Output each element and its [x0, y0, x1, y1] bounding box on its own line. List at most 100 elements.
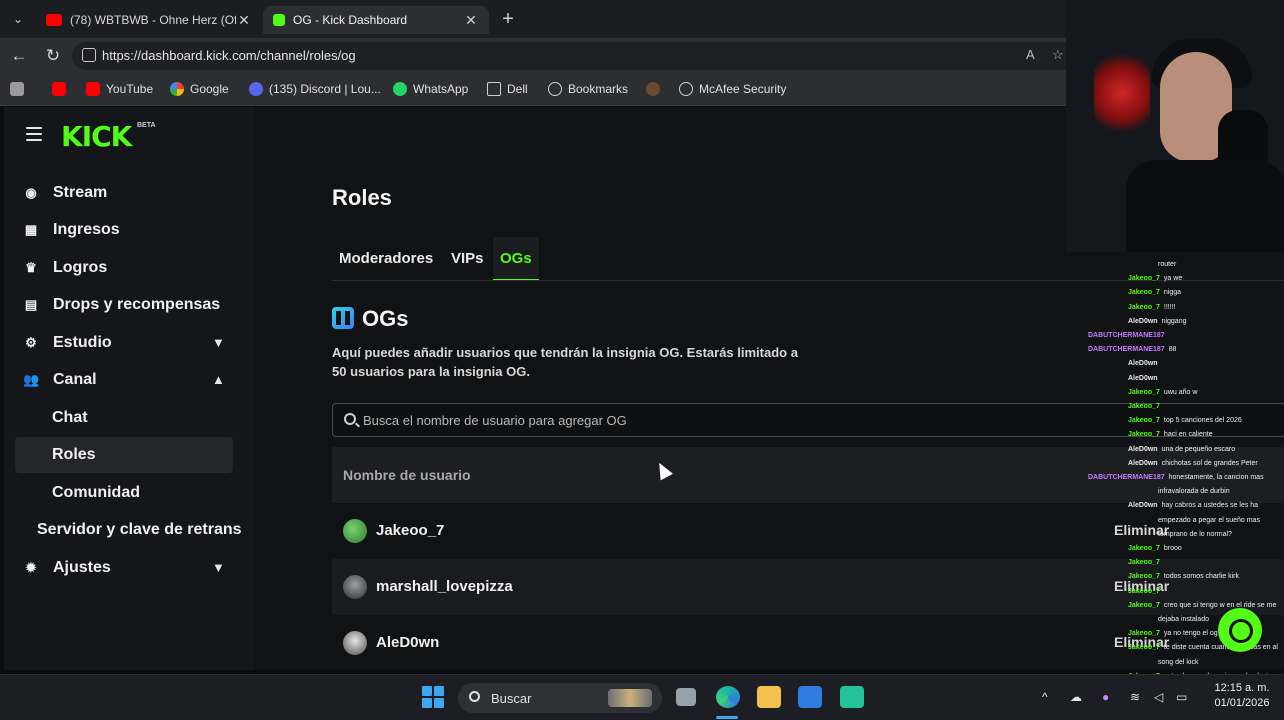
bookmark-extension[interactable] — [646, 82, 666, 96]
chat-text: hay cabros a ustedes se les ha — [1161, 502, 1259, 510]
chat-username[interactable]: Jakeoo_7 — [1128, 403, 1160, 410]
chat-username[interactable]: Jakeoo_7 — [1128, 573, 1160, 580]
bookmark-bookmarks[interactable]: Bookmarks — [548, 82, 628, 96]
broadcast-icon: ◉ — [25, 185, 37, 200]
store-icon[interactable] — [798, 686, 822, 708]
edge-icon[interactable] — [716, 686, 740, 708]
app-icon[interactable] — [840, 686, 864, 708]
hamburger-menu-icon[interactable] — [26, 127, 42, 141]
back-arrow-icon[interactable]: ← — [6, 44, 32, 68]
bookmark-dell[interactable]: Dell — [487, 82, 528, 96]
chat-text: una de pequeño escaro — [1161, 445, 1236, 453]
username[interactable]: marshall_lovepizza — [376, 578, 513, 595]
sidebar-subitem-chat[interactable]: Chat — [15, 400, 233, 436]
sidebar-toggle-icon[interactable] — [10, 82, 30, 96]
chat-username[interactable]: AleD0wn — [1128, 460, 1158, 467]
sidebar-subitem-comunidad[interactable]: Comunidad — [15, 475, 233, 511]
address-bar[interactable]: https://dashboard.kick.com/channel/roles… — [72, 42, 1082, 70]
volume-icon[interactable]: ◁ — [1154, 690, 1163, 704]
system-clock[interactable]: 12:15 a. m. 01/01/2026 — [1206, 681, 1278, 711]
tab-vips[interactable]: VIPs — [444, 237, 491, 281]
avatar — [343, 519, 367, 543]
tab-ogs[interactable]: OGs — [493, 237, 539, 281]
bookmark-mcafee[interactable]: McAfee Security — [679, 82, 786, 96]
chat-text: temprano de lo normal? — [1158, 530, 1232, 538]
chat-username[interactable]: DABUTCHERMANE187 — [1088, 474, 1165, 481]
trophy-icon: ♛ — [25, 260, 37, 275]
chat-username[interactable]: Jakeoo_7 — [1128, 559, 1160, 566]
chat-username[interactable]: Jakeoo_7 — [1128, 304, 1160, 311]
chat-message: Jakeoo_7 ya no tengo el og — [1128, 629, 1218, 638]
youtube-icon[interactable] — [52, 82, 72, 96]
file-explorer-icon[interactable] — [757, 686, 781, 708]
sidebar-subitem-stream-key[interactable]: Servidor y clave de retrans — [15, 512, 247, 548]
chat-username[interactable]: AleD0wn — [1128, 502, 1158, 509]
reload-icon[interactable]: ↻ — [40, 44, 66, 68]
sidebar-item-ajustes[interactable]: ✹ Ajustes ▼ — [20, 550, 238, 586]
chat-username[interactable]: AleD0wn — [1128, 360, 1158, 367]
bookmark-youtube[interactable]: YouTube — [86, 82, 153, 96]
chat-username[interactable]: Jakeoo_7 — [1128, 545, 1160, 552]
chat-username[interactable]: AleD0wn — [1128, 375, 1158, 382]
chat-message: AleD0wn hay cabros a ustedes se les ha — [1128, 501, 1258, 510]
new-tab-icon[interactable]: + — [496, 6, 520, 32]
browser-tab-kick[interactable]: OG - Kick Dashboard ✕ — [263, 6, 489, 34]
chat-username[interactable]: AleD0wn — [1128, 318, 1158, 325]
chat-message: Jakeoo_7 top 5 canciones del 2026 — [1128, 416, 1242, 425]
chat-username[interactable]: Jakeoo_7 — [1128, 431, 1160, 438]
chevron-down-icon: ▼ — [212, 335, 225, 350]
chat-username[interactable]: DABUTCHERMANE187 — [1088, 346, 1165, 353]
tab-moderadores[interactable]: Moderadores — [332, 237, 440, 281]
username[interactable]: Jakeoo_7 — [376, 522, 444, 539]
chat-username[interactable]: Jakeoo_7 — [1128, 275, 1160, 282]
task-view-icon[interactable] — [676, 688, 696, 706]
close-icon[interactable]: ✕ — [236, 12, 252, 29]
site-info-icon[interactable] — [82, 48, 96, 62]
folder-icon — [487, 82, 501, 96]
chat-text: infravalorada de durbin — [1158, 488, 1230, 496]
chat-username[interactable]: Jakeoo_7 — [1128, 389, 1160, 396]
chat-text: ya we — [1163, 275, 1183, 283]
close-icon[interactable]: ✕ — [463, 12, 479, 29]
bookmark-google[interactable]: Google — [170, 82, 229, 96]
search-icon — [469, 691, 480, 702]
bookmark-whatsapp[interactable]: WhatsApp — [393, 82, 468, 96]
sidebar-item-ingresos[interactable]: ▦ Ingresos — [20, 212, 120, 248]
sidebar-subitem-roles[interactable]: Roles — [15, 437, 233, 473]
windows-start-icon[interactable] — [422, 686, 444, 708]
youtube-icon — [86, 82, 100, 96]
cloud-icon[interactable]: ☁ — [1070, 690, 1082, 704]
battery-icon[interactable]: ▭ — [1176, 690, 1187, 704]
google-icon — [170, 82, 184, 96]
chat-username[interactable]: Jakeoo_7 — [1128, 602, 1160, 609]
username[interactable]: AleD0wn — [376, 634, 439, 651]
microphone-icon[interactable]: ● — [1102, 690, 1109, 704]
chat-username[interactable]: Jakeoo_7 — [1128, 630, 1160, 637]
taskbar-search[interactable]: Buscar — [458, 683, 662, 713]
bookmark-discord[interactable]: (135) Discord | Lou... — [249, 82, 381, 96]
favorite-star-icon[interactable]: ☆ — [1052, 47, 1064, 63]
chevron-up-icon[interactable]: ^ — [1042, 690, 1048, 704]
chat-username[interactable]: Jakeoo_7 — [1128, 588, 1160, 595]
sidebar-item-stream[interactable]: ◉ Stream — [20, 175, 107, 211]
sidebar-item-estudio[interactable]: ⚙ Estudio ▼ — [20, 325, 238, 361]
browser-tab-youtube[interactable]: (78) WBTBWB - Ohne Herz (Officia ✕ — [36, 6, 262, 34]
read-aloud-icon[interactable]: A — [1026, 47, 1035, 62]
chat-text: nigga — [1163, 289, 1182, 297]
chat-username[interactable]: Jakeoo_7 — [1128, 417, 1160, 424]
chat-bubble-icon[interactable] — [1218, 608, 1262, 652]
wifi-icon[interactable]: ≋ — [1130, 690, 1140, 704]
chat-username[interactable]: Jakeoo_7 — [1128, 644, 1160, 651]
sidebar-item-canal[interactable]: 👥 Canal ▲ — [20, 362, 238, 398]
sidebar-item-drops[interactable]: ▤ Drops y recompensas — [20, 287, 220, 323]
clock-time: 12:15 a. m. — [1214, 682, 1270, 694]
chat-message: DABUTCHERMANE187 88 — [1088, 345, 1176, 354]
gear-icon: ✹ — [25, 560, 37, 575]
chat-username[interactable]: AleD0wn — [1128, 446, 1158, 453]
discord-icon — [249, 82, 263, 96]
chat-username[interactable]: DABUTCHERMANE187 — [1088, 332, 1165, 339]
tab-search-chevron-icon[interactable]: ⌄ — [6, 8, 30, 30]
sidebar-item-logros[interactable]: ♛ Logros — [20, 250, 107, 286]
kick-logo[interactable]: KICK — [61, 120, 132, 153]
chat-username[interactable]: Jakeoo_7 — [1128, 289, 1160, 296]
